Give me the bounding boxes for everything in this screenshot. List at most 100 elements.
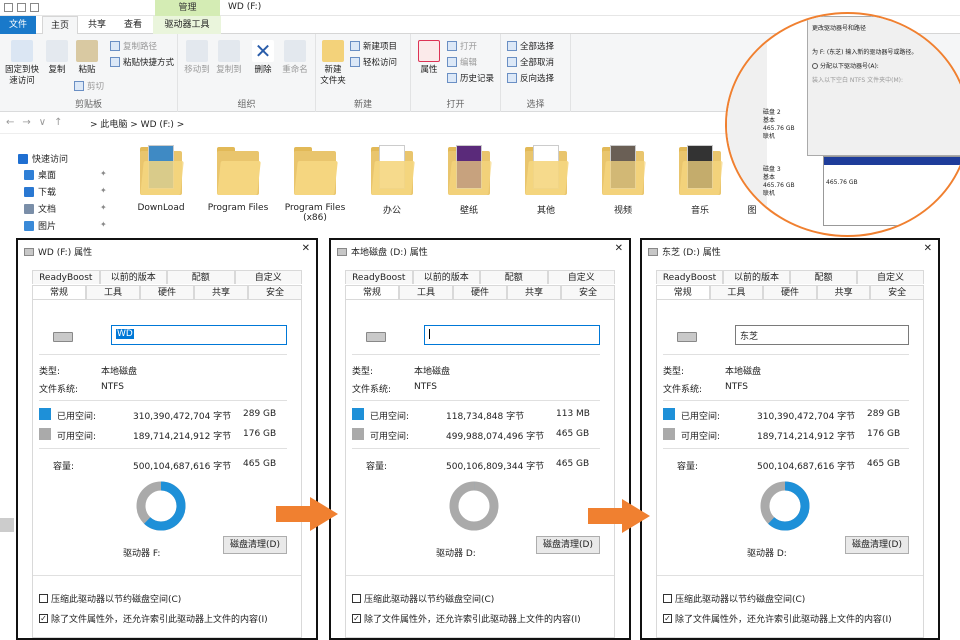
edit-button[interactable]: 编辑 xyxy=(447,56,477,68)
capacity-size: 465 GB xyxy=(867,459,901,469)
tab-drive-tools[interactable]: 驱动器工具 xyxy=(153,16,221,34)
checkbox-icon xyxy=(663,594,672,603)
tab-customize[interactable]: 自定义 xyxy=(547,270,615,284)
organize-group: 移动到 复制到 ✕ 删除 重命名 组织 xyxy=(178,34,316,112)
assign-letter-option[interactable]: 分配以下驱动器号(A): xyxy=(812,61,879,70)
disk-cleanup-button[interactable]: 磁盘清理(D) xyxy=(223,536,287,554)
tab-hardware[interactable]: 硬件 xyxy=(140,285,194,299)
tab-home[interactable]: 主页 xyxy=(42,16,78,35)
volume-name-input[interactable]: WD xyxy=(111,325,287,345)
tab-share[interactable]: 共享 xyxy=(80,16,114,34)
disk-cleanup-button[interactable]: 磁盘清理(D) xyxy=(845,536,909,554)
tab-view[interactable]: 查看 xyxy=(116,16,150,34)
nav-arrows[interactable]: ←→∨↑ xyxy=(6,117,70,128)
nav-item-desktop[interactable]: 桌面 xyxy=(24,168,56,181)
nav-item-downloads[interactable]: 下载 xyxy=(24,185,56,198)
tab-readyboost[interactable]: ReadyBoost xyxy=(656,270,723,284)
tab-sharing[interactable]: 共享 xyxy=(507,285,561,299)
tab-hardware[interactable]: 硬件 xyxy=(453,285,507,299)
index-checkbox[interactable]: ✓ 除了文件属性外，还允许索引此驱动器上文件的内容(I) xyxy=(663,612,892,625)
tab-quota[interactable]: 配额 xyxy=(167,270,235,284)
save-icon[interactable] xyxy=(4,3,13,12)
close-icon[interactable]: ✕ xyxy=(302,243,310,254)
tab-tools[interactable]: 工具 xyxy=(399,285,453,299)
folder-item[interactable]: 壁纸 xyxy=(434,145,504,216)
cut-button[interactable]: 剪切 xyxy=(74,80,104,92)
nav-item-quick-access[interactable]: 快速访问 xyxy=(18,152,68,165)
pin-icon[interactable]: ✦ xyxy=(100,220,107,229)
tab-tools[interactable]: 工具 xyxy=(86,285,140,299)
folder-item[interactable]: Program Files xyxy=(203,145,273,213)
copy-to-button[interactable]: 复制到 xyxy=(214,38,244,76)
paste-button[interactable]: 粘贴 xyxy=(74,38,100,76)
tab-previous-versions[interactable]: 以前的版本 xyxy=(412,270,480,284)
copy-path-button[interactable]: 复制路径 xyxy=(110,40,157,52)
tab-general[interactable]: 常规 xyxy=(345,285,399,299)
folder-item[interactable]: 其他 xyxy=(511,145,581,216)
tab-sharing[interactable]: 共享 xyxy=(194,285,248,299)
folder-item[interactable]: 办公 xyxy=(357,145,427,216)
pin-icon[interactable]: ✦ xyxy=(100,169,107,178)
easy-access-button[interactable]: 轻松访问 xyxy=(350,56,397,68)
delete-button[interactable]: ✕ 删除 xyxy=(250,38,276,76)
tab-readyboost[interactable]: ReadyBoost xyxy=(32,270,100,284)
nav-item-pictures[interactable]: 图片 xyxy=(24,219,56,232)
copy-button[interactable]: 复制 xyxy=(44,38,70,76)
select-all-button[interactable]: 全部选择 xyxy=(507,40,554,52)
move-to-button[interactable]: 移动到 xyxy=(182,38,212,76)
tab-file[interactable]: 文件 xyxy=(0,16,36,34)
tab-security[interactable]: 安全 xyxy=(870,285,924,299)
used-space-size: 289 GB xyxy=(243,409,277,419)
breadcrumb[interactable]: > 此电脑 > WD (F:) > xyxy=(90,117,184,130)
nav-item-documents[interactable]: 文档 xyxy=(24,202,56,215)
tab-sharing[interactable]: 共享 xyxy=(816,285,871,299)
mount-folder-option[interactable]: 装入以下空白 NTFS 文件夹中(M): xyxy=(812,75,903,84)
tab-customize[interactable]: 自定义 xyxy=(857,270,924,284)
new-folder-icon[interactable] xyxy=(30,3,39,12)
disk-3-partition[interactable]: 465.76 GB xyxy=(823,156,960,226)
rename-button[interactable]: 重命名 xyxy=(280,38,310,76)
open-button[interactable]: 打开 xyxy=(447,40,477,52)
folder-item[interactable]: 音乐 xyxy=(665,145,735,216)
disk-cleanup-button[interactable]: 磁盘清理(D) xyxy=(536,536,600,554)
pin-quick-access-button[interactable]: 固定到快 速访问 xyxy=(4,38,40,87)
tab-general[interactable]: 常规 xyxy=(656,285,710,299)
pin-icon[interactable]: ✦ xyxy=(100,186,107,195)
tab-hardware[interactable]: 硬件 xyxy=(763,285,817,299)
tab-security[interactable]: 安全 xyxy=(248,285,302,299)
tab-security[interactable]: 安全 xyxy=(561,285,615,299)
tab-previous-versions[interactable]: 以前的版本 xyxy=(99,270,167,284)
compress-checkbox[interactable]: 压缩此驱动器以节约磁盘空间(C) xyxy=(663,592,805,605)
volume-name-input[interactable] xyxy=(424,325,600,345)
folder-item[interactable]: Program Files (x86) xyxy=(280,145,350,223)
compress-checkbox[interactable]: 压缩此驱动器以节约磁盘空间(C) xyxy=(352,592,494,605)
close-icon[interactable]: ✕ xyxy=(924,243,932,254)
new-item-button[interactable]: 新建项目 xyxy=(350,40,397,52)
tab-previous-versions[interactable]: 以前的版本 xyxy=(723,270,790,284)
tab-tools[interactable]: 工具 xyxy=(709,285,764,299)
close-icon[interactable]: ✕ xyxy=(615,243,623,254)
invert-selection-button[interactable]: 反向选择 xyxy=(507,72,554,84)
tab-readyboost[interactable]: ReadyBoost xyxy=(345,270,413,284)
compress-checkbox[interactable]: 压缩此驱动器以节约磁盘空间(C) xyxy=(39,592,181,605)
select-none-button[interactable]: 全部取消 xyxy=(507,56,554,68)
disk-3-info: 磁盘 3 基本 465.76 GB 联机 xyxy=(763,166,795,197)
folder-label: DownLoad xyxy=(137,203,185,213)
tab-quota[interactable]: 配额 xyxy=(790,270,857,284)
index-checkbox[interactable]: ✓ 除了文件属性外，还允许索引此驱动器上文件的内容(I) xyxy=(39,612,268,625)
history-button[interactable]: 历史记录 xyxy=(447,72,494,84)
properties-button[interactable]: 属性 xyxy=(415,38,443,76)
index-checkbox[interactable]: ✓ 除了文件属性外，还允许索引此驱动器上文件的内容(I) xyxy=(352,612,581,625)
paste-shortcut-button[interactable]: 粘贴快捷方式 xyxy=(110,56,174,68)
tab-customize[interactable]: 自定义 xyxy=(234,270,302,284)
tab-general[interactable]: 常规 xyxy=(32,285,86,299)
folder-item[interactable]: 视频 xyxy=(588,145,658,216)
folder-item[interactable]: DownLoad xyxy=(126,145,196,213)
donut-free-arc xyxy=(449,481,499,531)
properties-icon[interactable] xyxy=(17,3,26,12)
new-folder-button[interactable]: 新建 文件夹 xyxy=(318,38,348,87)
volume-name-input[interactable]: 东芝 xyxy=(735,325,909,345)
pin-icon[interactable]: ✦ xyxy=(100,203,107,212)
screenshot-root: 管理 WD (F:) 文件 主页 共享 查看 驱动器工具 固定到快 速访问 复制… xyxy=(0,0,960,640)
tab-quota[interactable]: 配额 xyxy=(480,270,548,284)
